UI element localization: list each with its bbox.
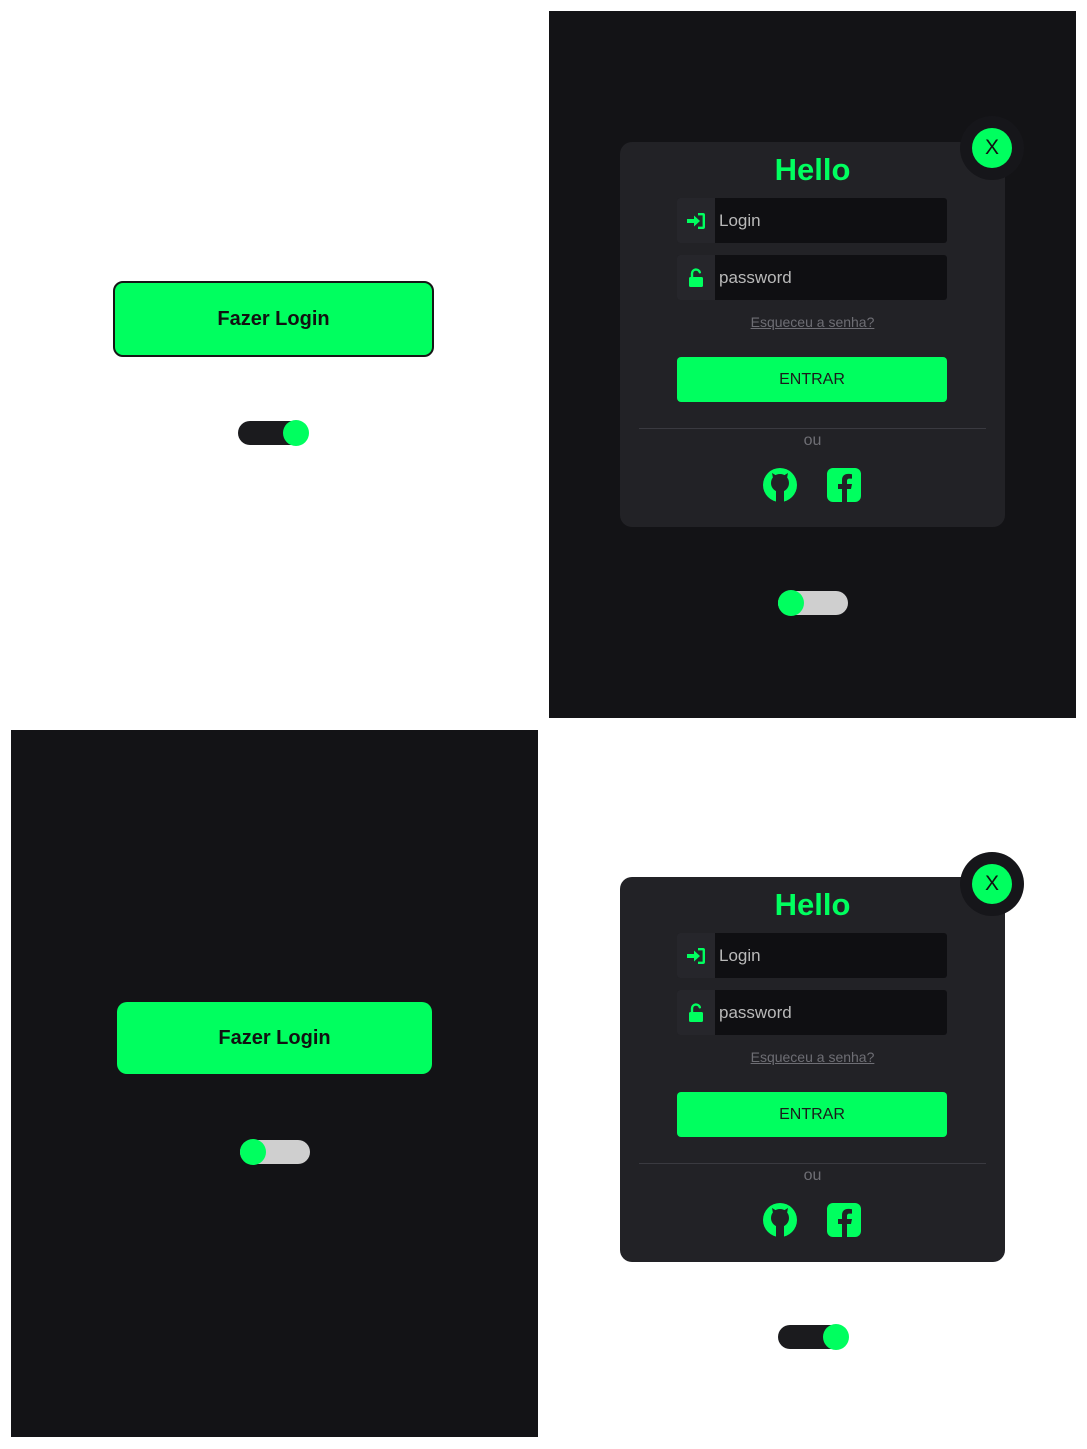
login-input[interactable] [715,933,945,978]
password-input[interactable] [715,990,945,1035]
github-icon[interactable] [762,1202,798,1238]
login-card: Hello Esquece [620,877,1005,1262]
theme-toggle[interactable] [240,1139,310,1165]
enter-button[interactable]: ENTRAR [677,1092,947,1137]
forgot-password-link[interactable]: Esqueceu a senha? [620,1049,1005,1065]
facebook-icon[interactable] [826,1202,862,1238]
forgot-password-link[interactable]: Esqueceu a senha? [620,314,1005,330]
fazer-login-button[interactable]: Fazer Login [113,281,434,357]
login-field [677,933,947,978]
close-button-ring: X [960,116,1024,180]
unlock-icon [677,990,715,1035]
or-label: ou [803,1167,822,1184]
sign-in-icon [677,198,715,243]
sign-in-icon [677,933,715,978]
card-title: Hello [774,887,851,922]
password-field [677,255,947,300]
divider [639,1163,986,1164]
fazer-login-button[interactable]: Fazer Login [117,1002,432,1074]
divider [639,428,986,429]
toggle-knob [240,1139,266,1165]
or-label: ou [803,432,822,449]
facebook-icon[interactable] [826,467,862,503]
login-card: Hello Esquece [620,142,1005,527]
close-button-ring: X [960,852,1024,916]
theme-toggle[interactable] [778,590,848,616]
enter-button[interactable]: ENTRAR [677,357,947,402]
github-icon[interactable] [762,467,798,503]
screen-light-login-modal: Hello Esquece [549,730,1076,1437]
unlock-icon [677,255,715,300]
screen-dark-home: Fazer Login [11,730,538,1437]
password-input[interactable] [715,255,945,300]
screen-light-home: Fazer Login [0,0,549,728]
screenshot-grid: Fazer Login Hello Login Esqueceu a senha… [0,0,1087,1449]
close-button[interactable]: X [972,128,1012,168]
password-field [677,990,947,1035]
toggle-knob [283,420,309,446]
toggle-knob [778,590,804,616]
card-title: Hello [774,152,851,187]
theme-toggle[interactable] [238,420,309,446]
toggle-knob [823,1324,849,1350]
login-input[interactable] [715,198,945,243]
screen-dark-login-modal: Hello Esquece [549,11,1076,718]
close-button[interactable]: X [972,864,1012,904]
login-field [677,198,947,243]
theme-toggle[interactable] [778,1324,849,1350]
